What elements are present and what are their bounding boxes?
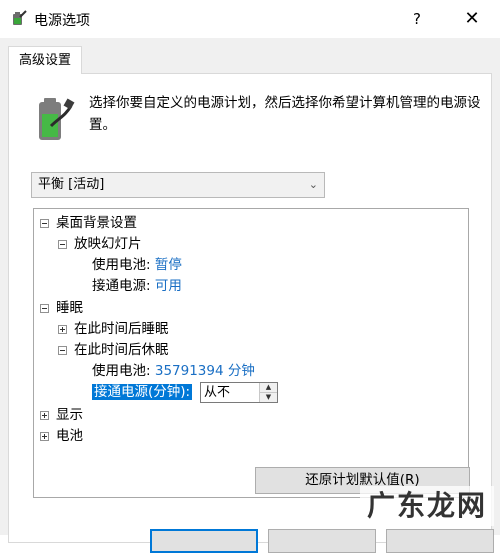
- setting-label: 使用电池:: [92, 257, 151, 273]
- tree-label: 放映幻灯片: [74, 236, 142, 252]
- battery-plug-icon: [39, 98, 75, 140]
- collapse-icon[interactable]: [58, 346, 67, 355]
- expand-icon[interactable]: [58, 325, 67, 334]
- power-plan-select[interactable]: 平衡 [活动] ⌄: [31, 172, 325, 198]
- battery-plug-icon: [13, 10, 27, 25]
- setting-label: 接通电源:: [92, 278, 151, 294]
- window-title: 电源选项: [34, 13, 90, 29]
- watermark-logo: 广东龙网: [360, 486, 494, 526]
- expand-icon[interactable]: [40, 411, 49, 420]
- expand-icon[interactable]: [40, 432, 49, 441]
- close-button[interactable]: ✕: [455, 4, 489, 34]
- dialog-body: 高级设置 选择你要自定义的电源计划，然后选择你希望计算机管理的电源设置。 平衡 …: [0, 38, 500, 553]
- collapse-icon[interactable]: [40, 304, 49, 313]
- collapse-icon[interactable]: [58, 240, 67, 249]
- settings-tree[interactable]: 桌面背景设置 放映幻灯片 使用电池: 暂停 接通电源: 可用 睡眠 在此时间后睡…: [33, 208, 469, 498]
- setting-label: 使用电池:: [92, 363, 151, 379]
- collapse-icon[interactable]: [40, 219, 49, 228]
- chevron-down-icon: ⌄: [308, 178, 318, 191]
- slideshow-battery-row[interactable]: 使用电池: 暂停: [92, 255, 182, 275]
- cancel-button[interactable]: [268, 529, 376, 553]
- setting-value[interactable]: 可用: [155, 278, 182, 294]
- tab-panel: 选择你要自定义的电源计划，然后选择你希望计算机管理的电源设置。 平衡 [活动] …: [8, 73, 492, 543]
- title-bar: 电源选项 ? ✕: [0, 0, 500, 38]
- help-button[interactable]: ?: [402, 4, 432, 34]
- tree-label: 显示: [56, 407, 83, 423]
- description-text: 选择你要自定义的电源计划，然后选择你希望计算机管理的电源设置。: [89, 95, 481, 133]
- slideshow-plugged-row[interactable]: 接通电源: 可用: [92, 276, 182, 296]
- ok-button[interactable]: [150, 529, 258, 553]
- spinbox-buttons: ▲ ▼: [259, 383, 277, 402]
- tab-advanced-settings[interactable]: 高级设置: [8, 46, 82, 74]
- tree-label: 在此时间后休眠: [74, 342, 169, 358]
- power-plan-value: 平衡 [活动]: [38, 177, 105, 192]
- tree-label: 桌面背景设置: [56, 215, 137, 231]
- setting-value[interactable]: 暂停: [155, 257, 182, 273]
- tree-label: 在此时间后睡眠: [74, 321, 169, 337]
- spinbox-value[interactable]: 从不: [204, 383, 230, 402]
- spin-up-icon[interactable]: ▲: [260, 383, 277, 393]
- apply-button[interactable]: [386, 529, 494, 553]
- setting-label-selected: 接通电源(分钟):: [92, 384, 193, 400]
- spin-down-icon[interactable]: ▼: [260, 393, 277, 402]
- tree-label: 电池: [56, 428, 83, 444]
- tree-label: 睡眠: [56, 300, 83, 316]
- setting-value[interactable]: 35791394 分钟: [155, 363, 255, 379]
- hibernate-battery-row[interactable]: 使用电池: 35791394 分钟: [92, 361, 255, 381]
- hibernate-minutes-spinbox[interactable]: 从不 ▲ ▼: [200, 382, 278, 403]
- hibernate-plugged-row[interactable]: 接通电源(分钟):: [92, 382, 193, 402]
